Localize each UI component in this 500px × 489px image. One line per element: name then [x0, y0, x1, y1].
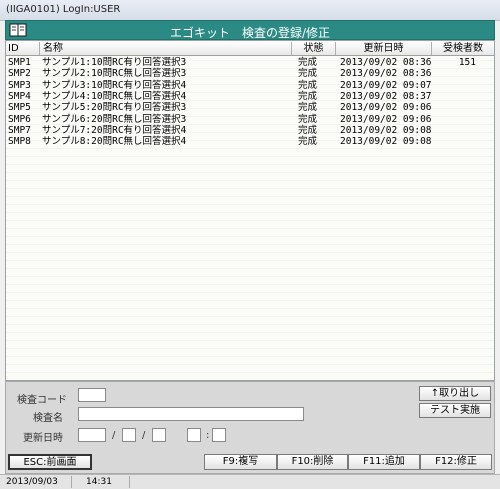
row-count: 151	[458, 57, 476, 68]
row-name: サンプル6:20問RC無し回答選択3	[42, 113, 187, 125]
row-name: サンプル1:10問RC有り回答選択3	[42, 57, 187, 68]
date-separator: /	[142, 430, 146, 441]
table-row[interactable]: SMP6 サンプル6:20問RC無し回答選択3 完成 2013/09/02 09:06	[6, 114, 494, 125]
updated-hour-input[interactable]	[187, 428, 201, 442]
screen-title: エゴキット 検査の登録/修正	[169, 26, 331, 40]
col-header-count[interactable]: 受検者数	[432, 42, 494, 55]
row-name: サンプル7:20問RC有り回答選択4	[42, 124, 187, 136]
table-row[interactable]: SMP8 サンプル8:20問RC無し回答選択4 完成 2013/09/02 09:08	[6, 136, 494, 147]
row-name: サンプル2:10問RC無し回答選択3	[42, 68, 187, 80]
retrieve-button[interactable]: ↑取り出し	[419, 386, 491, 401]
col-header-id[interactable]: ID	[6, 42, 40, 55]
exam-code-label: 検査コード	[17, 395, 67, 406]
table-row[interactable]: SMP5 サンプル5:20問RC有り回答選択3 完成 2013/09/02 09:06	[6, 102, 494, 113]
window-title-bar: (IIGA0101) LogIn:USER	[0, 0, 500, 21]
row-name: サンプル3:10問RC有り回答選択4	[42, 79, 187, 91]
f11-add-button[interactable]: F11:追加	[348, 454, 420, 470]
row-status: 完成	[298, 124, 318, 136]
row-id: SMP5	[8, 102, 31, 114]
row-updated: 2013/09/02 09:07	[340, 79, 432, 91]
row-id: SMP1	[8, 57, 31, 68]
grid-header-row: ID 名称 状態 更新日時 受検者数	[6, 41, 494, 56]
run-test-button[interactable]: テスト実施	[419, 403, 491, 418]
row-status: 完成	[298, 136, 318, 148]
row-status: 完成	[298, 90, 318, 102]
esc-back-button[interactable]: ESC:前画面	[8, 454, 92, 470]
row-id: SMP7	[8, 124, 31, 136]
row-updated: 2013/09/02 08:37	[340, 90, 432, 102]
updated-minute-input[interactable]	[212, 428, 226, 442]
time-separator: :	[206, 430, 210, 441]
row-id: SMP2	[8, 68, 31, 80]
row-updated: 2013/09/02 09:08	[340, 136, 432, 148]
row-id: SMP8	[8, 136, 31, 148]
table-row[interactable]: SMP4 サンプル4:10問RC無し回答選択4 完成 2013/09/02 08:37	[6, 91, 494, 102]
updated-day-input[interactable]	[152, 428, 166, 442]
exam-code-input[interactable]	[78, 388, 106, 402]
f10-delete-button[interactable]: F10:削除	[277, 454, 348, 470]
row-updated: 2013/09/02 09:06	[340, 102, 432, 114]
row-updated: 2013/09/02 09:08	[340, 124, 432, 136]
edit-form-panel: 検査コード 検査名 更新日時 / / : ↑取り出し テスト実施 ESC:前画面…	[5, 381, 495, 474]
status-bar: 2013/09/03 14:31	[0, 474, 500, 489]
exam-name-label: 検査名	[33, 413, 63, 424]
row-updated: 2013/09/02 09:06	[340, 113, 432, 125]
row-status: 完成	[298, 79, 318, 91]
f12-edit-button[interactable]: F12:修正	[420, 454, 492, 470]
row-name: サンプル5:20問RC有り回答選択3	[42, 102, 187, 114]
col-header-name[interactable]: 名称	[40, 42, 292, 55]
row-updated: 2013/09/02 08:36	[340, 68, 432, 80]
exam-name-input[interactable]	[78, 407, 304, 421]
row-name: サンプル4:10問RC無し回答選択4	[42, 90, 187, 102]
row-id: SMP4	[8, 90, 31, 102]
table-row[interactable]: SMP2 サンプル2:10問RC無し回答選択3 完成 2013/09/02 08:36	[6, 68, 494, 79]
table-row[interactable]: SMP1 サンプル1:10問RC有り回答選択3 完成 2013/09/02 08:36…	[6, 57, 494, 68]
row-updated: 2013/09/02 08:36	[340, 57, 432, 68]
row-status: 完成	[298, 57, 318, 68]
f9-copy-button[interactable]: F9:複写	[204, 454, 277, 470]
row-name: サンプル8:20問RC無し回答選択4	[42, 136, 187, 148]
status-date: 2013/09/03	[0, 476, 72, 488]
col-header-updated[interactable]: 更新日時	[336, 42, 432, 55]
row-id: SMP3	[8, 79, 31, 91]
updated-year-input[interactable]	[78, 428, 106, 442]
row-status: 完成	[298, 102, 318, 114]
date-separator: /	[112, 430, 116, 441]
exam-list-grid[interactable]: ID 名称 状態 更新日時 受検者数 SMP1 サンプル1:10問RC有り回答選択…	[5, 40, 495, 381]
row-id: SMP6	[8, 113, 31, 125]
col-header-status[interactable]: 状態	[292, 42, 336, 55]
table-row[interactable]: SMP7 サンプル7:20問RC有り回答選択4 完成 2013/09/02 09:08	[6, 125, 494, 136]
window-title: (IIGA0101) LogIn:USER	[6, 4, 121, 15]
table-row[interactable]: SMP3 サンプル3:10問RC有り回答選択4 完成 2013/09/02 09:07	[6, 80, 494, 91]
row-status: 完成	[298, 68, 318, 80]
row-status: 完成	[298, 113, 318, 125]
updated-month-input[interactable]	[122, 428, 136, 442]
updated-datetime-label: 更新日時	[23, 433, 63, 444]
status-time: 14:31	[72, 476, 130, 488]
screen-header: エゴキット 検査の登録/修正	[5, 20, 495, 40]
